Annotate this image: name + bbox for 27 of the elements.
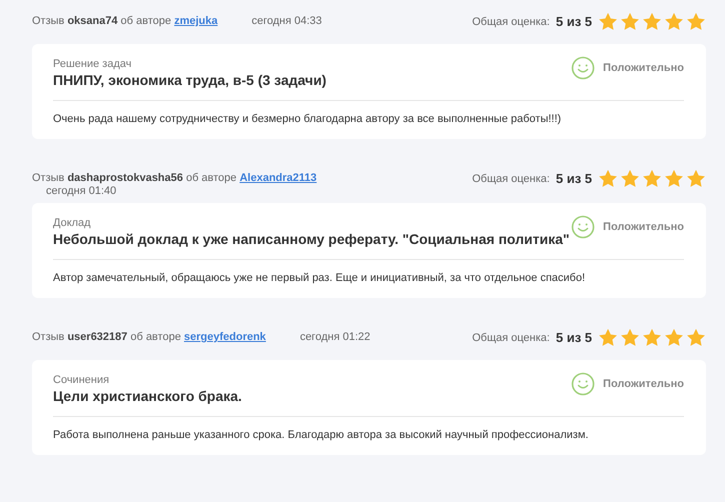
work-category: Сочинения <box>53 374 110 386</box>
verdict-label: Положительно <box>603 221 684 233</box>
review-time: сегодня 04:33 <box>250 15 322 27</box>
work-title: Небольшой доклад к уже написанному реферату. "Социальная политика" <box>53 231 570 247</box>
review-text: Автор замечательный, обращаюсь уже не первый раз. Еще и инициативный, за что отдельное спасибо! <box>53 272 586 284</box>
work-category: Доклад <box>53 217 92 229</box>
rating-label: Общая оценка: <box>472 16 550 28</box>
verdict-label: Положительно <box>603 378 684 390</box>
work-title: ПНИПУ, экономика труда, в-5 (3 задачи) <box>53 72 326 88</box>
review-byline: Отзыв oksana74 об авторе zmejuka <box>32 15 218 27</box>
review-byline: Отзыв user632187 об авторе sergeyfedorenk <box>32 331 266 343</box>
review-byline: Отзыв dashaprostokvasha56 об авторе Alexandra2113 <box>32 172 317 184</box>
author-link[interactable]: zmejuka <box>174 15 218 27</box>
author-link[interactable]: sergeyfedorenk <box>184 331 266 343</box>
work-category: Решение задач <box>53 58 132 70</box>
review-time: сегодня 01:40 <box>45 185 116 197</box>
work-title: Цели христианского брака. <box>53 388 242 404</box>
rating-label: Общая оценка: <box>472 172 550 184</box>
rating-score: 5 из 5 <box>556 330 592 345</box>
rating-score: 5 из 5 <box>556 171 592 186</box>
rating-score: 5 из 5 <box>556 14 592 29</box>
author-link[interactable]: Alexandra2113 <box>240 172 317 184</box>
review-text: Работа выполнена раньше указанного срока. Благодарю автора за высокий научный профессионализм. <box>53 429 590 441</box>
review-text: Очень рада нашему сотрудничеству и безмерно благодарна автору за все выполненные работы!!!) <box>53 113 562 125</box>
rating-label: Общая оценка: <box>472 332 550 344</box>
review-time: сегодня 01:22 <box>298 331 370 343</box>
verdict-label: Положительно <box>603 62 684 74</box>
